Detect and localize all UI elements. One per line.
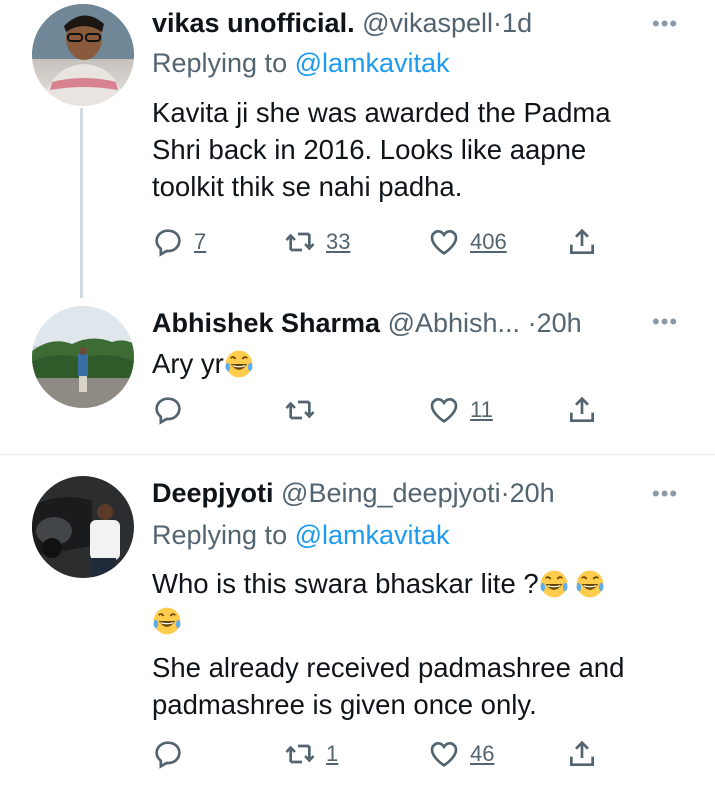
tweet-header: vikas unofficial. @vikaspell·1d	[152, 6, 532, 40]
tweet-text-line	[152, 602, 692, 639]
thread-line	[80, 108, 83, 298]
tweet-text-line: padmashree is given once only.	[152, 689, 537, 720]
mention-link[interactable]: @lamkavitak	[295, 520, 450, 550]
laughing-tears-emoji-icon	[224, 349, 254, 379]
tweet-header: Abhishek Sharma @Abhish... ·20h	[152, 306, 582, 340]
more-options-icon[interactable]: •••	[652, 483, 682, 505]
more-options-icon[interactable]: •••	[652, 13, 682, 35]
reply-count[interactable]: 7	[194, 229, 206, 255]
replying-to-label: Replying to	[152, 520, 288, 550]
tweet-actions: 11	[152, 392, 612, 432]
display-name[interactable]: Abhishek Sharma	[152, 308, 380, 338]
like-button[interactable]: 46	[428, 736, 494, 772]
like-count[interactable]: 406	[470, 229, 507, 255]
user-handle[interactable]: @Abhish...	[388, 308, 520, 338]
avatar-photo-icon	[32, 476, 134, 578]
avatar[interactable]	[32, 306, 134, 408]
reply-icon	[152, 226, 184, 258]
reply-icon	[152, 394, 184, 426]
avatar-photo-icon	[32, 4, 134, 106]
avatar[interactable]	[32, 4, 134, 106]
laughing-tears-emoji-icon	[152, 606, 182, 636]
replying-to: Replying to @lamkavitak	[152, 518, 450, 552]
reply-button[interactable]: 7	[152, 224, 206, 260]
tweet-2[interactable]: Abhishek Sharma @Abhish... ·20h ••• Ary …	[0, 300, 715, 455]
retweet-icon	[284, 738, 316, 770]
retweet-button[interactable]	[284, 392, 326, 428]
share-button[interactable]	[566, 736, 598, 772]
replying-to-label: Replying to	[152, 48, 288, 78]
retweet-button[interactable]: 1	[284, 736, 338, 772]
like-count[interactable]: 46	[470, 741, 494, 767]
retweet-count[interactable]: 33	[326, 229, 350, 255]
timestamp[interactable]: 20h	[510, 478, 555, 508]
tweet-text: Kavita ji she was awarded the Padma Shri…	[152, 94, 692, 205]
timestamp[interactable]: 1d	[502, 8, 532, 38]
reply-button[interactable]	[152, 392, 194, 428]
tweet-text-line-1: Who is this swara bhaskar lite ?	[152, 568, 539, 599]
retweet-icon	[284, 226, 316, 258]
separator-dot: ·	[500, 478, 510, 508]
share-icon	[566, 394, 598, 426]
user-handle[interactable]: @Being_deepjyoti	[281, 478, 501, 508]
avatar[interactable]	[32, 476, 134, 578]
more-options-icon[interactable]: •••	[652, 311, 682, 333]
tweet-actions: 1 46	[152, 736, 612, 776]
tweet-text-line: Shri back in 2016. Looks like aapne	[152, 134, 587, 165]
heart-icon	[428, 394, 460, 426]
reply-icon	[152, 738, 184, 770]
laughing-tears-emoji-icon	[539, 569, 569, 599]
separator-dot: ·	[493, 8, 503, 38]
timestamp[interactable]: 20h	[537, 308, 582, 338]
display-name[interactable]: Deepjyoti	[152, 478, 274, 508]
share-button[interactable]	[566, 224, 598, 260]
avatar-photo-icon	[32, 306, 134, 408]
like-button[interactable]: 11	[428, 392, 493, 428]
reply-button[interactable]	[152, 736, 194, 772]
share-icon	[566, 738, 598, 770]
tweet-3[interactable]: Deepjyoti @Being_deepjyoti·20h ••• Reply…	[0, 468, 715, 798]
tweet-actions: 7 33 406	[152, 224, 612, 264]
tweet-text: Ary yr	[152, 345, 692, 382]
heart-icon	[428, 226, 460, 258]
laughing-tears-emoji-icon	[575, 569, 605, 599]
tweet-header: Deepjyoti @Being_deepjyoti·20h	[152, 476, 555, 510]
replying-to: Replying to @lamkavitak	[152, 46, 450, 80]
tweet-text-line: Who is this swara bhaskar lite ?	[152, 565, 692, 602]
tweet-text-line: Kavita ji she was awarded the Padma	[152, 97, 611, 128]
display-name[interactable]: vikas unofficial.	[152, 8, 355, 38]
divider	[0, 454, 715, 455]
tweet-text: Who is this swara bhaskar lite ? She alr…	[152, 565, 692, 723]
tweet-1[interactable]: vikas unofficial. @vikaspell·1d ••• Repl…	[0, 0, 715, 300]
heart-icon	[428, 738, 460, 770]
share-icon	[566, 226, 598, 258]
retweet-count[interactable]: 1	[326, 741, 338, 767]
mention-link[interactable]: @lamkavitak	[295, 48, 450, 78]
tweet-text-line: toolkit thik se nahi padha.	[152, 171, 463, 202]
like-button[interactable]: 406	[428, 224, 507, 260]
retweet-icon	[284, 394, 316, 426]
retweet-button[interactable]: 33	[284, 224, 350, 260]
separator-dot: ·	[527, 308, 537, 338]
tweet-text-line: Ary yr	[152, 348, 224, 379]
tweet-text-line: She already received padmashree and	[152, 652, 625, 683]
like-count[interactable]: 11	[470, 397, 493, 423]
share-button[interactable]	[566, 392, 598, 428]
user-handle[interactable]: @vikaspell	[362, 8, 493, 38]
